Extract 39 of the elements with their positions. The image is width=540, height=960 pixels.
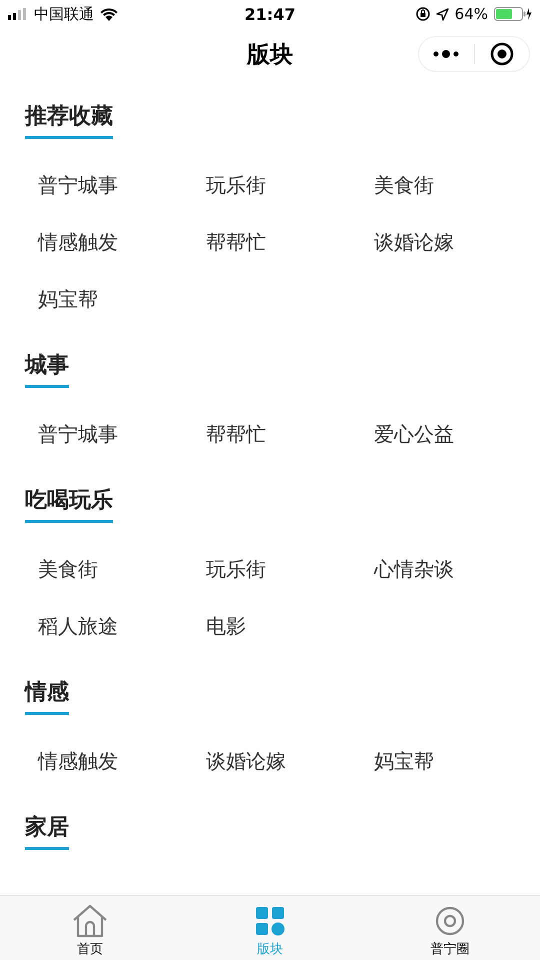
board-link[interactable]: 玩乐街	[206, 541, 266, 598]
board-link[interactable]: 心情杂谈	[374, 541, 454, 598]
board-link[interactable]: 谈婚论嫁	[374, 214, 454, 271]
home-icon	[71, 904, 109, 938]
ring-icon	[433, 904, 467, 938]
section-title: 推荐收藏	[25, 101, 113, 139]
board-link[interactable]: 妈宝帮	[374, 733, 434, 790]
board-link[interactable]: 爱心公益	[374, 406, 454, 463]
target-icon	[490, 42, 514, 66]
page-title: 版块	[247, 40, 293, 70]
location-arrow-icon	[436, 8, 449, 20]
tab-item[interactable]: 普宁圈	[360, 896, 540, 960]
more-dots-icon	[433, 50, 460, 58]
carrier-name: 中国联通	[34, 4, 94, 24]
section-title: 家居	[25, 812, 69, 850]
section-title: 城事	[25, 350, 69, 388]
board-link[interactable]: 美食街	[38, 541, 98, 598]
board-link[interactable]: 电影	[206, 598, 246, 655]
board-link[interactable]: 谈婚论嫁	[206, 733, 286, 790]
section-title: 情感	[25, 677, 69, 715]
board-link[interactable]: 普宁城事	[38, 157, 118, 214]
board-link[interactable]: 情感触发	[38, 733, 118, 790]
battery-icon	[494, 7, 532, 21]
signal-icon	[8, 8, 28, 20]
board-link[interactable]: 妈宝帮	[38, 271, 98, 328]
board-link[interactable]: 玩乐街	[206, 157, 266, 214]
wifi-icon	[100, 8, 118, 20]
battery-percent: 64%	[454, 5, 488, 23]
grid-icon	[253, 904, 287, 938]
board-link[interactable]: 帮帮忙	[206, 214, 266, 271]
section-title: 吃喝玩乐	[25, 485, 113, 523]
board-link[interactable]: 稻人旅途	[38, 598, 118, 655]
board-link[interactable]: 普宁城事	[38, 406, 118, 463]
board-link[interactable]: 情感触发	[38, 214, 118, 271]
rotation-lock-icon	[416, 7, 430, 21]
board-link[interactable]: 美食街	[374, 157, 434, 214]
board-link[interactable]: 帮帮忙	[206, 406, 266, 463]
clock-time: 21:47	[244, 4, 296, 24]
tab-item[interactable]: 首页	[0, 896, 180, 960]
